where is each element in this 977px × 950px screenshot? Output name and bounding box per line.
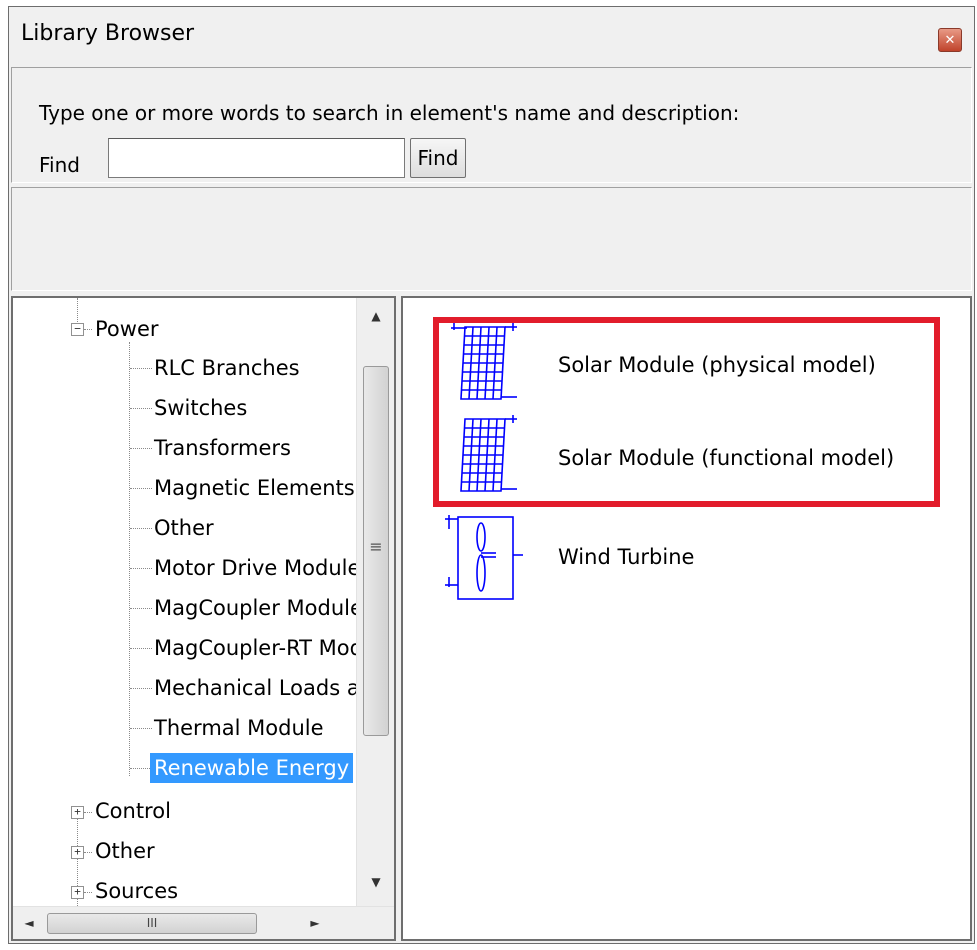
tree-connector [130,728,152,729]
scroll-right-icon[interactable]: ► [305,913,325,933]
thumb-grip-icon: ≡ [369,537,383,556]
tree-item-switches[interactable]: Switches [150,393,251,423]
scroll-down-icon[interactable]: ▼ [366,872,386,892]
solar-module-icon[interactable] [449,413,523,497]
element-wind-turbine[interactable]: Wind Turbine [558,545,694,569]
expand-sources-icon[interactable]: + [71,886,84,899]
scroll-left-icon[interactable]: ◄ [19,913,39,933]
scroll-up-icon[interactable]: ▲ [366,306,386,326]
element-solar-module-functional[interactable]: Solar Module (functional model) [558,446,894,470]
tree-connector [130,528,152,529]
search-instruction: Type one or more words to search in elem… [39,101,740,125]
tree-item-magnetic-elements[interactable]: Magnetic Elements [150,473,359,503]
tree-item-other-group[interactable]: Other [91,836,159,866]
tree-item-rlc-branches[interactable]: RLC Branches [150,353,304,383]
expand-other-icon[interactable]: + [71,846,84,859]
tree-item-sources[interactable]: Sources [91,876,182,906]
search-input[interactable] [108,138,405,178]
tree-connector [130,608,152,609]
tree-connector [130,648,152,649]
tree-item-thermal-module[interactable]: Thermal Module [150,713,328,743]
tree-horizontal-scrollbar[interactable]: ◄ III ► [13,906,394,939]
tree-item-control[interactable]: Control [91,796,175,826]
tree-vertical-scrollbar[interactable]: ▲ ≡ ▼ [356,298,394,906]
element-list: Solar Module (physical model) Solar Modu… [401,296,972,941]
find-button[interactable]: Find [410,138,466,178]
tree-item-magcoupler-module[interactable]: MagCoupler Module [150,593,367,623]
expand-control-icon[interactable]: + [71,806,84,819]
tree-item-renewable-energy[interactable]: Renewable Energy [150,753,354,783]
description-panel [11,187,972,291]
library-browser-window: Library Browser ✕ Type one or more words… [8,6,975,944]
tree-item-other[interactable]: Other [150,513,218,543]
library-tree: − Power RLC Branches Switches Transforme… [11,296,396,941]
close-icon[interactable]: ✕ [938,28,962,52]
tree-connector [130,688,152,689]
tree-connector [130,448,152,449]
window-title: Library Browser [21,21,195,46]
tree-connector [130,368,152,369]
horizontal-scroll-thumb[interactable]: III [47,913,257,934]
find-label: Find [39,153,80,177]
tree-item-transformers[interactable]: Transformers [150,433,295,463]
tree-connector [130,568,152,569]
collapse-power-icon[interactable]: − [71,323,84,336]
tree-item-power[interactable]: Power [91,314,163,344]
solar-module-icon[interactable] [449,321,523,405]
tree-connector [130,408,152,409]
title-bar: Library Browser ✕ [9,7,974,67]
tree-connector [130,488,152,489]
tree-connector [130,768,152,769]
tree-item-motor-drive-module[interactable]: Motor Drive Module [150,553,364,583]
element-solar-module-physical[interactable]: Solar Module (physical model) [558,353,876,377]
wind-turbine-icon[interactable] [443,513,523,605]
vertical-scroll-thumb[interactable]: ≡ [363,366,389,736]
